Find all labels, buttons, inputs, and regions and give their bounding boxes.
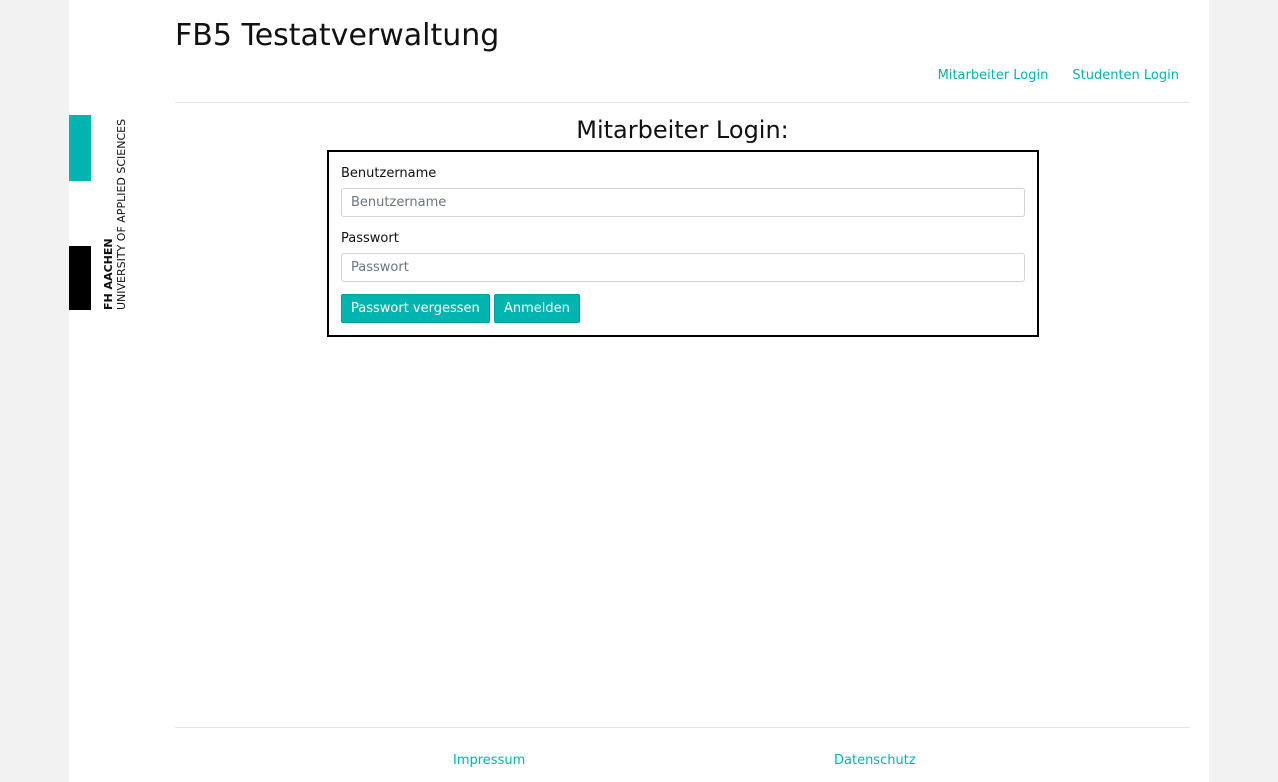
nav-mitarbeiter-login[interactable]: Mitarbeiter Login [938,68,1049,83]
password-input[interactable] [341,253,1025,282]
footer-datenschutz-link[interactable]: Datenschutz [834,753,916,768]
password-label: Passwort [341,231,399,246]
top-nav: Mitarbeiter Login Studenten Login [938,68,1179,83]
university-logo: FH AACHEN UNIVERSITY OF APPLIED SCIENCES [102,119,128,310]
page-container: FH AACHEN UNIVERSITY OF APPLIED SCIENCES… [69,0,1209,782]
nav-studenten-login[interactable]: Studenten Login [1072,68,1179,83]
login-button[interactable]: Anmelden [494,294,580,323]
login-heading: Mitarbeiter Login: [576,116,789,144]
footer-impressum-link[interactable]: Impressum [453,753,525,768]
login-form: Benutzername Passwort Passwort vergessen… [327,150,1039,337]
forgot-password-button[interactable]: Passwort vergessen [341,294,490,323]
page-title: FB5 Testatverwaltung [175,18,500,53]
username-input[interactable] [341,188,1025,217]
logo-subtitle: UNIVERSITY OF APPLIED SCIENCES [115,118,128,310]
logo-name: FH AACHEN [102,238,115,310]
header-divider [175,102,1190,103]
username-label: Benutzername [341,166,437,181]
logo-black-bar [69,246,91,310]
footer-divider [175,727,1190,728]
logo-accent-bar [69,115,91,181]
